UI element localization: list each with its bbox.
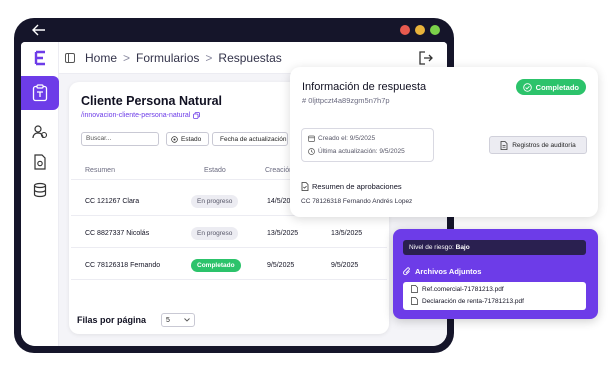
row-updated: 13/5/2025 bbox=[331, 230, 363, 237]
form-icon bbox=[32, 84, 48, 102]
add-filter-icon bbox=[171, 135, 178, 143]
clock-icon bbox=[308, 148, 315, 155]
back-arrow-icon[interactable] bbox=[32, 23, 46, 37]
window-controls bbox=[400, 25, 440, 35]
column-header: Creación bbox=[265, 167, 294, 174]
status-badge: En progreso bbox=[191, 195, 239, 208]
form-slug-link[interactable]: /innovacion-cliente-persona-natural bbox=[81, 112, 201, 119]
divider bbox=[71, 247, 387, 248]
attachments-title-text: Archivos Adjuntos bbox=[415, 267, 482, 276]
breadcrumb-home[interactable]: Home bbox=[85, 51, 117, 65]
attachment-name: Ref.comercial-71781213.pdf bbox=[422, 285, 504, 293]
approvals-title: Resumen de aprobaciones bbox=[301, 182, 402, 191]
updated-row: Última actualización: 9/5/2025 bbox=[308, 148, 405, 155]
calendar-icon bbox=[308, 135, 315, 142]
users-icon[interactable] bbox=[32, 124, 48, 140]
completed-label: Completado bbox=[535, 82, 579, 92]
file-icon bbox=[411, 285, 418, 293]
attachment-file[interactable]: Ref.comercial-71781213.pdf bbox=[411, 285, 504, 293]
attachment-name: Declaración de renta-71781213.pdf bbox=[422, 297, 524, 305]
created-row: Creado el: 9/5/2025 bbox=[308, 135, 375, 142]
response-info-panel: Información de respuesta # 0ljttpczt4a89… bbox=[290, 67, 598, 217]
card-title: Cliente Persona Natural bbox=[81, 94, 223, 108]
created-label: Creado el: 9/5/2025 bbox=[318, 135, 376, 142]
minimize-dot[interactable] bbox=[415, 25, 425, 35]
row-summary: CC 8827337 Nicolás bbox=[85, 230, 150, 237]
updated-date-filter[interactable]: Fecha de actualización bbox=[212, 132, 288, 146]
attachments-list: Ref.comercial-71781213.pdf Declaración d… bbox=[403, 282, 586, 310]
document-settings-icon[interactable] bbox=[32, 154, 48, 170]
filter-label: Fecha de actualización bbox=[220, 135, 287, 143]
search-input[interactable]: Buscar... bbox=[81, 132, 159, 146]
attachments-title: Archivos Adjuntos bbox=[403, 267, 481, 276]
completed-badge: Completado bbox=[515, 79, 586, 95]
logout-icon[interactable] bbox=[419, 51, 433, 65]
response-id: # 0ljttpczt4a89zgm5n7h7p bbox=[302, 96, 390, 105]
attachment-file[interactable]: Declaración de renta-71781213.pdf bbox=[411, 297, 524, 305]
breadcrumb-responses: Respuestas bbox=[218, 50, 282, 65]
copy-icon[interactable] bbox=[193, 112, 201, 119]
document-icon bbox=[500, 140, 508, 150]
column-header: Estado bbox=[204, 167, 226, 174]
approvals-value: CC 78126318 Fernando Andrés Lopez bbox=[301, 198, 413, 205]
row-summary: CC 121267 Clara bbox=[85, 198, 140, 205]
risk-level: Nivel de riesgo: Bajo bbox=[403, 240, 586, 255]
maximize-dot[interactable] bbox=[430, 25, 440, 35]
paperclip-icon bbox=[403, 267, 410, 276]
sidebar-toggle-icon[interactable] bbox=[65, 52, 75, 63]
rows-per-page-label: Filas por página bbox=[77, 315, 147, 325]
row-summary: CC 78126318 Fernando bbox=[85, 262, 161, 269]
filter-label: Estado bbox=[181, 135, 202, 143]
check-circle-icon bbox=[522, 82, 532, 92]
document-check-icon bbox=[301, 182, 309, 191]
row-created: 13/5/2025 bbox=[267, 230, 299, 237]
chevron-down-icon bbox=[184, 318, 190, 322]
database-icon[interactable] bbox=[32, 182, 48, 198]
panel-title: Información de respuesta bbox=[302, 81, 427, 93]
rows-per-page-select[interactable]: 5 bbox=[161, 313, 195, 327]
row-created: 9/5/2025 bbox=[267, 262, 295, 269]
breadcrumb-separator: > bbox=[123, 50, 131, 65]
sidebar bbox=[21, 42, 59, 346]
status-badge: En progreso bbox=[191, 227, 239, 240]
risk-label: Nivel de riesgo: bbox=[409, 244, 454, 251]
brand-logo-icon[interactable] bbox=[32, 50, 48, 66]
divider bbox=[71, 279, 387, 280]
dates-box: Creado el: 9/5/2025 Última actualización… bbox=[301, 128, 434, 162]
close-dot[interactable] bbox=[400, 25, 410, 35]
breadcrumb-forms[interactable]: Formularios bbox=[136, 51, 199, 65]
risk-value: Bajo bbox=[455, 244, 470, 251]
breadcrumb-separator: > bbox=[205, 50, 213, 65]
attachments-panel: Nivel de riesgo: Bajo Archivos Adjuntos … bbox=[393, 229, 598, 319]
form-slug[interactable]: /innovacion-cliente-persona-natural bbox=[81, 112, 190, 119]
column-header: Resumen bbox=[85, 167, 115, 174]
updated-label: Última actualización: 9/5/2025 bbox=[318, 148, 405, 155]
rows-per-page-value: 5 bbox=[166, 316, 170, 324]
status-badge: Completado bbox=[191, 259, 241, 272]
file-icon bbox=[411, 297, 418, 305]
status-filter[interactable]: Estado bbox=[166, 132, 209, 146]
row-updated: 9/5/2025 bbox=[331, 262, 359, 269]
breadcrumb: Home > Formularios > Respuestas bbox=[85, 51, 282, 65]
sidebar-item-forms[interactable] bbox=[21, 76, 59, 110]
approvals-title-text: Resumen de aprobaciones bbox=[312, 182, 402, 191]
audit-log-label: Registros de auditoría bbox=[512, 141, 576, 149]
audit-log-button[interactable]: Registros de auditoría bbox=[489, 136, 587, 154]
